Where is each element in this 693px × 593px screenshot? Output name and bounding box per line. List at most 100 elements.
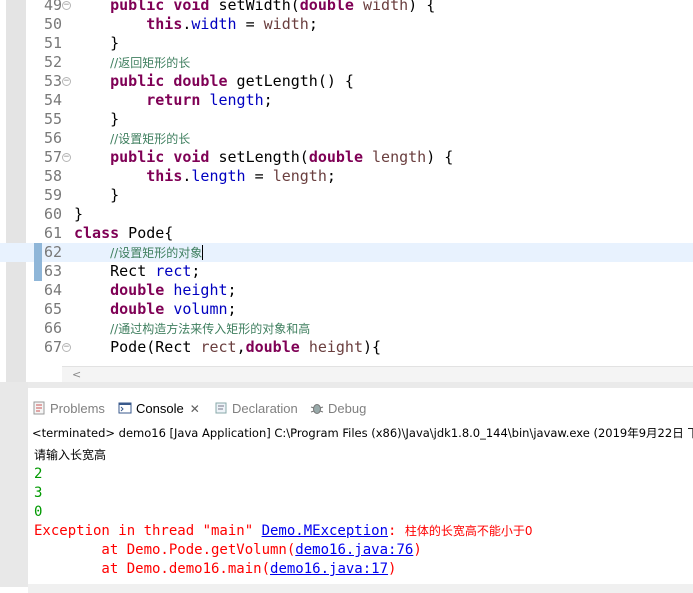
code-text: } [74,205,83,224]
code-token: } [110,186,120,204]
code-token: } [110,34,120,52]
fold-toggle-icon[interactable]: − [62,153,71,162]
code-token: setLength( [209,148,309,166]
code-line[interactable]: 56 //设置矩形的长 [0,129,693,148]
exception-separator: : [388,523,405,539]
code-text: this.width = width; [74,15,318,34]
tab-label: Debug [328,401,367,416]
code-line[interactable]: 55 } [0,110,693,129]
exception-message: 柱体的长宽高不能小于0 [404,524,533,538]
panel-left-edge [0,382,28,587]
tab-declaration[interactable]: Declaration [214,398,298,420]
code-line[interactable]: 61 class Pode{ [0,224,693,243]
code-text: class Pode{ [74,224,173,243]
keyword-token: double [173,72,228,90]
parameter-token: width [363,0,409,14]
keyword-token: this [146,167,183,185]
code-line[interactable]: 59 } [0,186,693,205]
tab-debug[interactable]: Debug [310,398,366,420]
code-token: = [245,167,273,185]
editor-horizontal-scrollbar[interactable]: < [62,366,693,382]
console-input-line: 3 [34,485,43,501]
field-token: length [191,167,246,185]
code-token: ) { [426,148,454,166]
console-icon [118,400,132,414]
code-line[interactable]: 67− Pode(Rect rect,double height){ [0,338,693,357]
code-text: } [74,110,119,129]
fold-toggle-icon[interactable]: − [62,1,71,10]
field-token: height [173,281,228,299]
stack-frame-link[interactable]: demo16.java:76 [295,542,413,558]
declaration-icon [214,400,228,414]
line-number: 60 [43,205,62,223]
code-text: public double getLength() { [74,72,354,91]
code-text: public void setWidth(double width) { [74,0,435,15]
code-line[interactable]: 53− public double getLength() { [0,72,693,91]
code-line[interactable]: 66 //通过构造方法来传入矩形的对象和高 [0,319,693,338]
code-line[interactable]: 51 } [0,34,693,53]
comment-token: //设置矩形的长 [110,132,191,146]
code-token: Pode(Rect [110,338,201,356]
fold-toggle-icon[interactable]: − [62,77,71,86]
keyword-token: void [173,148,210,166]
line-number: 67 [43,338,62,356]
tab-label: Declaration [232,401,298,416]
line-number: 51 [43,34,62,52]
console-prompt-line: 请输入长宽高 [34,448,107,462]
code-editor[interactable]: 49− public void setWidth(double width) {… [0,0,693,382]
stack-frame-prefix: at Demo.Pode.getVolumn( [34,542,296,558]
stack-frame-suffix: ) [413,542,422,558]
code-line[interactable]: 54 return length; [0,91,693,110]
keyword-token: public [110,72,165,90]
console-input-line: 2 [34,466,43,482]
field-token: volumn [173,300,228,318]
code-line[interactable]: 63 Rect rect; [0,262,693,281]
keyword-token: public [110,148,165,166]
close-icon[interactable]: ✕ [190,402,200,416]
stack-frame-link[interactable]: demo16.java:17 [270,561,388,577]
scroll-left-icon[interactable]: < [72,367,81,382]
tab-console[interactable]: Console ✕ [118,398,200,420]
code-text: this.length = length; [74,167,336,186]
tab-label: Problems [50,401,105,416]
fold-toggle-icon[interactable]: − [62,343,71,352]
code-text: } [74,186,119,205]
code-token: } [110,110,120,128]
console-output[interactable]: 请输入长宽高 2 3 0 Exception in thread "main" … [34,446,689,579]
stack-frame-suffix: ) [388,561,397,577]
line-number: 61 [43,224,62,242]
code-line[interactable]: 50 this.width = width; [0,15,693,34]
keyword-token: return [146,91,201,109]
code-token: ; [263,91,273,109]
console-horizontal-scrollbar[interactable] [28,584,693,593]
code-text: double height; [74,281,236,300]
code-line[interactable]: 64 double height; [0,281,693,300]
keyword-token: void [173,0,210,14]
code-line[interactable]: 57− public void setLength(double length)… [0,148,693,167]
code-token: ){ [363,338,382,356]
code-line[interactable]: 62 //设置矩形的对象 [0,243,693,262]
code-line[interactable]: 49− public void setWidth(double width) { [0,0,693,15]
code-line[interactable]: 58 this.length = length; [0,167,693,186]
field-token: length [209,91,264,109]
line-number: 65 [43,300,62,318]
code-line[interactable]: 65 double volumn; [0,300,693,319]
tab-problems[interactable]: Problems [32,398,105,420]
line-number: 66 [43,319,62,337]
exception-class-link[interactable]: Demo.MException [262,523,388,539]
code-token: ) { [408,0,436,14]
comment-token: //返回矩形的长 [110,56,191,70]
code-line[interactable]: 52 //返回矩形的长 [0,53,693,72]
code-lines[interactable]: 49− public void setWidth(double width) {… [0,0,693,357]
code-line[interactable]: 60} [0,205,693,224]
